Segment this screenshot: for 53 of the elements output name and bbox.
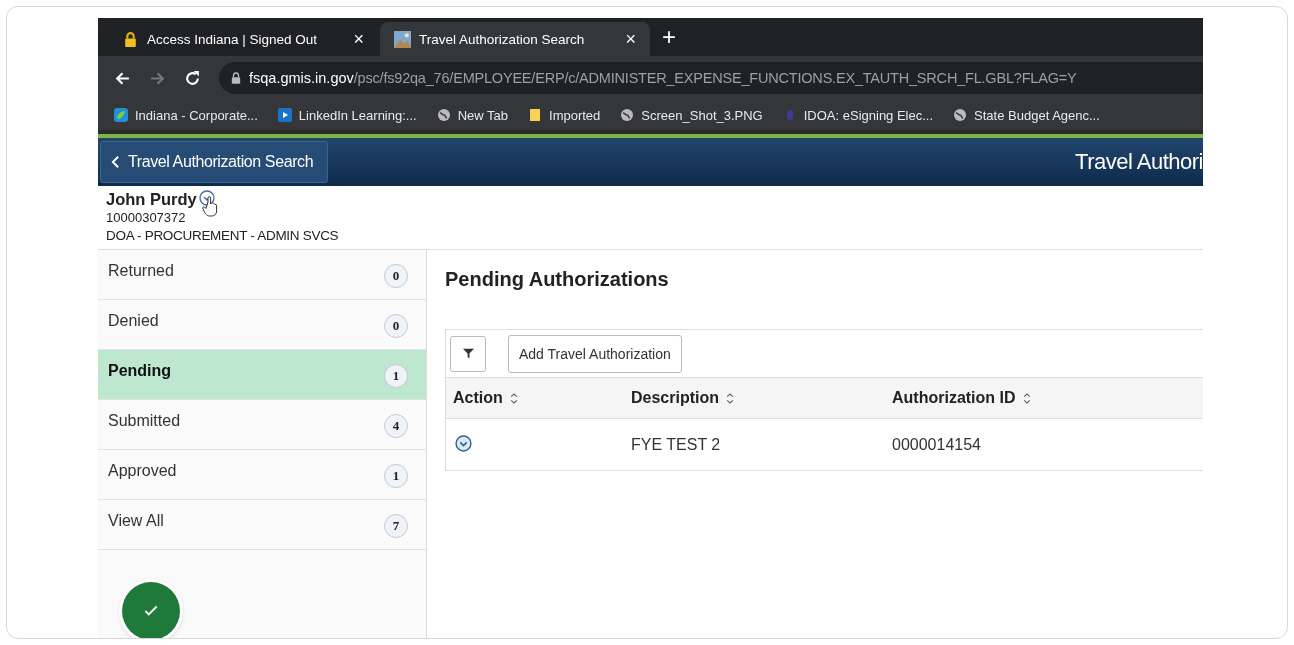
- lock-icon: [231, 72, 241, 84]
- address-field[interactable]: fsqa.gmis.in.gov/psc/fs92qa_76/EMPLOYEE/ERP/c/ADMINISTER_EXPENSE_FUNCTIONS.EX_TAUTH_SRCH_FL.GBL?FLAG=Y: [219, 62, 1203, 94]
- sort-icon: [725, 391, 735, 405]
- tab-title: Access Indiana | Signed Out: [147, 31, 319, 47]
- count-badge: 4: [384, 414, 408, 438]
- page-title: Travel Authori: [1075, 149, 1203, 175]
- sidebar-item[interactable]: Returned 0: [98, 250, 426, 300]
- sort-icon: [1021, 391, 1032, 405]
- close-icon[interactable]: ×: [353, 28, 364, 50]
- close-icon[interactable]: ×: [625, 28, 636, 50]
- sort-icon: [508, 391, 519, 405]
- count-badge: 0: [384, 264, 408, 288]
- sidebar-item[interactable]: Approved 1: [98, 450, 426, 500]
- bookmark[interactable]: IDOA: eSigning Elec...: [782, 107, 934, 123]
- count-badge: 7: [384, 514, 408, 538]
- browser-tab[interactable]: Travel Authorization Search ×: [380, 22, 650, 56]
- bookmark[interactable]: Imported: [528, 107, 601, 123]
- bookmark[interactable]: Screen_Shot_3.PNG: [620, 107, 763, 123]
- user-name: John Purdy: [106, 190, 197, 209]
- column-header[interactable]: Authorization ID: [885, 389, 1032, 407]
- expand-icon[interactable]: [455, 434, 472, 452]
- browser-tab[interactable]: Access Indiana | Signed Out ×: [108, 22, 378, 56]
- filter-button[interactable]: [450, 335, 486, 372]
- new-tab-button[interactable]: +: [662, 23, 676, 51]
- bookmark[interactable]: Indiana - Corporate...: [114, 107, 258, 123]
- bookmark[interactable]: LinkedIn Learning:...: [277, 107, 417, 123]
- bookmark-logo-icon: [114, 108, 128, 122]
- chevron-left-icon: [111, 155, 120, 169]
- section-title: Pending Authorizations: [445, 268, 670, 291]
- folder-icon: [528, 108, 542, 122]
- dropdown-hand-cursor-icon[interactable]: [197, 190, 220, 220]
- count-badge: 0: [384, 314, 408, 338]
- count-badge: 1: [384, 464, 408, 488]
- lock-icon: [122, 30, 139, 48]
- department: DOA - PROCUREMENT - ADMIN SVCS: [106, 228, 340, 243]
- sidebar-item[interactable]: Pending 1: [98, 350, 426, 400]
- sidebar-item[interactable]: View All 7: [98, 500, 426, 550]
- column-header[interactable]: Description: [624, 389, 885, 407]
- table-cell-text: 0000014154: [891, 436, 981, 454]
- count-badge: 1: [384, 364, 408, 388]
- filter-icon: [461, 347, 475, 360]
- tab-title: Travel Authorization Search: [419, 31, 586, 47]
- back-button[interactable]: Travel Authorization Search: [100, 141, 329, 183]
- sidebar-item[interactable]: Submitted 4: [98, 400, 426, 450]
- add-travel-authorization-button[interactable]: Add Travel Authorization: [508, 334, 682, 373]
- employee-id: 10000307372: [106, 210, 187, 225]
- column-header[interactable]: Action: [446, 389, 624, 407]
- bookmark[interactable]: State Budget Agenc...: [953, 107, 1100, 123]
- reload-icon[interactable]: [184, 69, 201, 87]
- bookmark[interactable]: New Tab: [436, 107, 508, 123]
- play-icon: [277, 108, 292, 122]
- check-button[interactable]: [122, 582, 180, 638]
- table-cell-text: FYE TEST 2: [630, 436, 722, 454]
